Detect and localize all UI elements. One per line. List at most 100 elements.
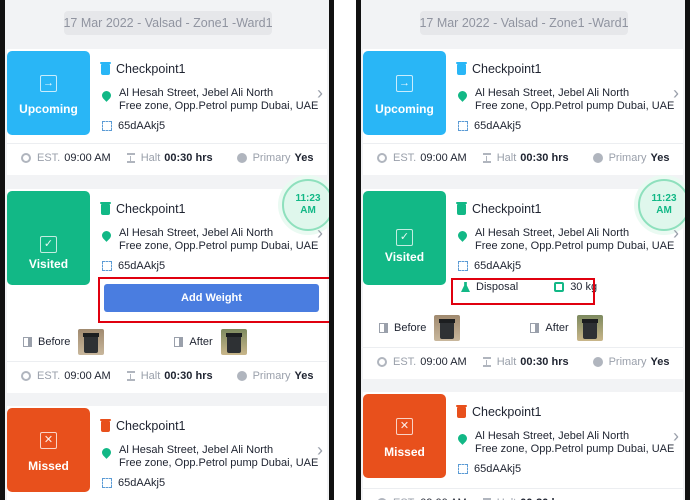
address-line-2: Free zone, Opp.Petrol pump Dubai, UAE: [475, 239, 675, 252]
checkpoint-title: Checkpoint1: [456, 61, 542, 76]
chevron-right-icon[interactable]: ›: [317, 223, 323, 244]
status-label: Visited: [384, 250, 425, 264]
checkpoint-address: Al Hesah Street, Jebel Ali North Free zo…: [100, 227, 319, 252]
clock-icon: [377, 152, 387, 163]
chevron-right-icon[interactable]: ›: [673, 426, 679, 447]
hourglass-icon: [126, 152, 135, 163]
checkpoint-code-value: 65dAAkj5: [118, 120, 166, 132]
status-tile-visited: ✓ Visited: [363, 191, 446, 285]
location-pin-icon: [100, 89, 113, 102]
image-icon: [379, 323, 388, 333]
address-line-2: Free zone, Opp.Petrol pump Dubai, UAE: [119, 456, 319, 469]
info-icon: [236, 370, 247, 381]
est-value: 09:00 AM: [420, 497, 466, 500]
highlight-box: [98, 277, 329, 323]
arrow-right-icon: →: [40, 75, 57, 92]
checkpoint-name: Checkpoint1: [116, 202, 186, 216]
checkpoint-card-visited[interactable]: ✓ Visited 11:23 AM Checkpoint1 Al Hesah …: [7, 179, 329, 393]
checkpoint-card-missed[interactable]: ✕ Missed Checkpoint1 Al Hesah Street, Je…: [363, 392, 683, 500]
est-label: EST.: [393, 151, 417, 164]
checkpoint-title: Checkpoint1: [100, 61, 186, 76]
before-after-row: Before After: [7, 328, 327, 356]
close-icon: ✕: [396, 418, 413, 435]
location-pin-icon: [456, 229, 469, 242]
chevron-right-icon[interactable]: ›: [317, 440, 323, 461]
est-value: 09:00 AM: [420, 355, 467, 368]
checkpoint-address: Al Hesah Street, Jebel Ali North Free zo…: [456, 430, 674, 455]
halt-label: Halt: [140, 369, 161, 382]
est-label: EST.: [393, 497, 416, 500]
checkpoint-code-value: 65dAAkj5: [118, 477, 166, 489]
chevron-right-icon[interactable]: ›: [673, 83, 679, 104]
checkpoint-card-missed[interactable]: ✕ Missed Checkpoint1 Al Hesah Street, Je…: [7, 406, 327, 500]
info-icon: [592, 356, 603, 367]
address-line-1: Al Hesah Street, Jebel Ali North: [119, 87, 274, 99]
before-photo-thumbnail[interactable]: [434, 315, 461, 341]
checkpoint-title: Checkpoint1: [456, 404, 542, 419]
halt-value: 00:30 hrs: [164, 369, 213, 382]
primary-label: Primary: [252, 369, 291, 382]
checkpoint-card-upcoming[interactable]: → Upcoming Checkpoint1 Al Hesah Street, …: [7, 49, 327, 175]
checkpoint-code: 65dAAkj5: [101, 120, 165, 132]
image-icon: [23, 337, 32, 347]
checkpoint-name: Checkpoint1: [472, 62, 542, 76]
before-photo-thumbnail[interactable]: [78, 329, 105, 355]
after-photo-thumbnail[interactable]: [220, 329, 247, 355]
route-date-header: 17 Mar 2022 - Valsad - Zone1 -Ward1: [419, 11, 629, 35]
visited-time-ampm: AM: [656, 205, 672, 216]
checkpoint-card-upcoming[interactable]: → Upcoming Checkpoint1 Al Hesah Street, …: [363, 49, 683, 175]
checkpoint-title: Checkpoint1: [100, 201, 186, 216]
qr-code-icon: [458, 261, 468, 271]
info-icon: [592, 152, 603, 163]
location-pin-icon: [100, 446, 113, 459]
address-line-1: Al Hesah Street, Jebel Ali North: [475, 87, 630, 99]
hourglass-icon: [126, 370, 135, 381]
checkpoint-code: 65dAAkj5: [457, 260, 521, 272]
visited-time-ampm: AM: [300, 205, 316, 216]
status-tile-upcoming: → Upcoming: [363, 51, 446, 135]
est-label: EST.: [37, 369, 61, 382]
highlight-box: [451, 278, 595, 305]
checkpoint-address: Al Hesah Street, Jebel Ali North Free zo…: [456, 227, 675, 252]
image-icon: [174, 337, 184, 347]
checkpoint-code-value: 65dAAkj5: [118, 260, 166, 272]
address-line-2: Free zone, Opp.Petrol pump Dubai, UAE: [475, 99, 675, 112]
checkpoint-info-row: EST. 09:00 AM Halt 00:30 hrs: [363, 488, 683, 500]
status-label: Missed: [28, 459, 69, 473]
address-line-1: Al Hesah Street, Jebel Ali North: [475, 430, 630, 442]
trash-bin-icon: [456, 201, 467, 215]
halt-label: Halt: [497, 497, 517, 500]
checkpoint-name: Checkpoint1: [116, 62, 186, 76]
checkpoint-name: Checkpoint1: [472, 405, 542, 419]
checkpoint-code: 65dAAkj5: [101, 260, 165, 272]
checkpoint-info-row: EST. 09:00 AM Halt 00:30 hrs Primary Yes: [7, 143, 327, 171]
visited-time-badge: 11:23 AM: [282, 179, 329, 231]
checkpoint-name: Checkpoint1: [116, 419, 186, 433]
primary-label: Primary: [608, 355, 647, 368]
after-photo-thumbnail[interactable]: [576, 315, 603, 341]
checkpoint-code: 65dAAkj5: [457, 120, 521, 132]
right-phone-screen: 17 Mar 2022 - Valsad - Zone1 -Ward1 → Up…: [356, 0, 690, 500]
chevron-right-icon[interactable]: ›: [673, 223, 679, 244]
status-tile-upcoming: → Upcoming: [7, 51, 90, 135]
chevron-right-icon[interactable]: ›: [317, 83, 323, 104]
est-value: 09:00 AM: [420, 151, 467, 164]
trash-bin-icon: [456, 404, 467, 418]
halt-value: 00:30 hrs: [164, 151, 213, 164]
location-pin-icon: [456, 89, 469, 102]
address-line-2: Free zone, Opp.Petrol pump Dubai, UAE: [119, 239, 319, 252]
status-tile-missed: ✕ Missed: [363, 394, 446, 478]
checkpoint-card-visited[interactable]: ✓ Visited 11:23 AM Checkpoint1 Al Hesah …: [363, 179, 685, 379]
close-icon: ✕: [40, 432, 57, 449]
primary-value: Yes: [294, 369, 314, 382]
checkpoint-code: 65dAAkj5: [101, 477, 165, 489]
checkpoint-code-value: 65dAAkj5: [474, 120, 522, 132]
trash-bin-icon: [100, 61, 111, 75]
halt-label: Halt: [496, 355, 517, 368]
address-line-1: Al Hesah Street, Jebel Ali North: [119, 227, 274, 239]
checkpoint-address: Al Hesah Street, Jebel Ali North Free zo…: [100, 444, 319, 469]
checkpoint-info-row: EST. 09:00 AM Halt 00:30 hrs Primary Yes: [7, 361, 327, 389]
visited-time-badge: 11:23 AM: [638, 179, 685, 231]
address-line-2: Free zone, Opp.Petrol pump Dubai, UAE: [119, 99, 319, 112]
after-label: After: [189, 336, 213, 348]
